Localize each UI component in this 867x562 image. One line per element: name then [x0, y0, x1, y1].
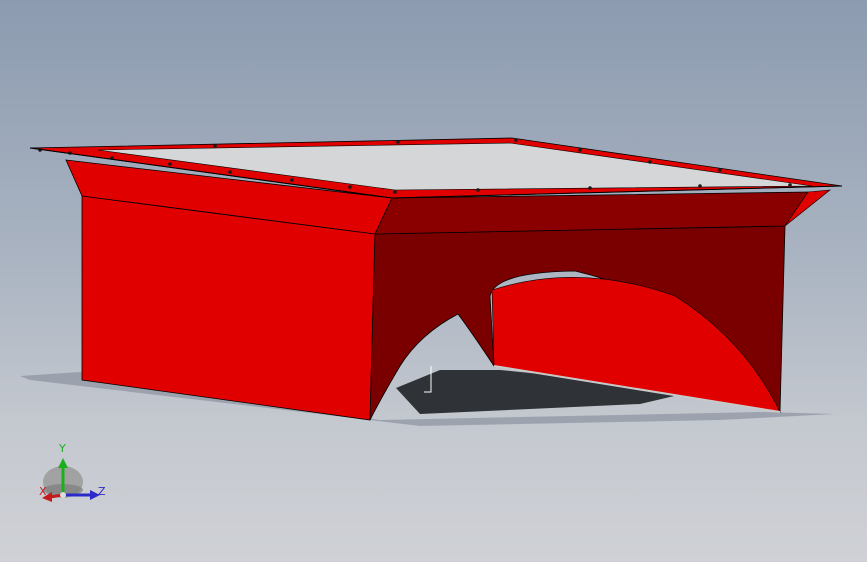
graphics-viewport[interactable]: Y X Z [0, 0, 867, 562]
triad-y-label: Y [59, 442, 66, 455]
front-left-face [81, 195, 376, 421]
triad-z-label: Z [98, 485, 106, 498]
triad-graphic-icon [42, 458, 100, 502]
model-canvas[interactable] [0, 0, 867, 562]
orientation-triad[interactable]: Y X Z [30, 440, 120, 510]
triad-x-label: X [39, 485, 47, 498]
